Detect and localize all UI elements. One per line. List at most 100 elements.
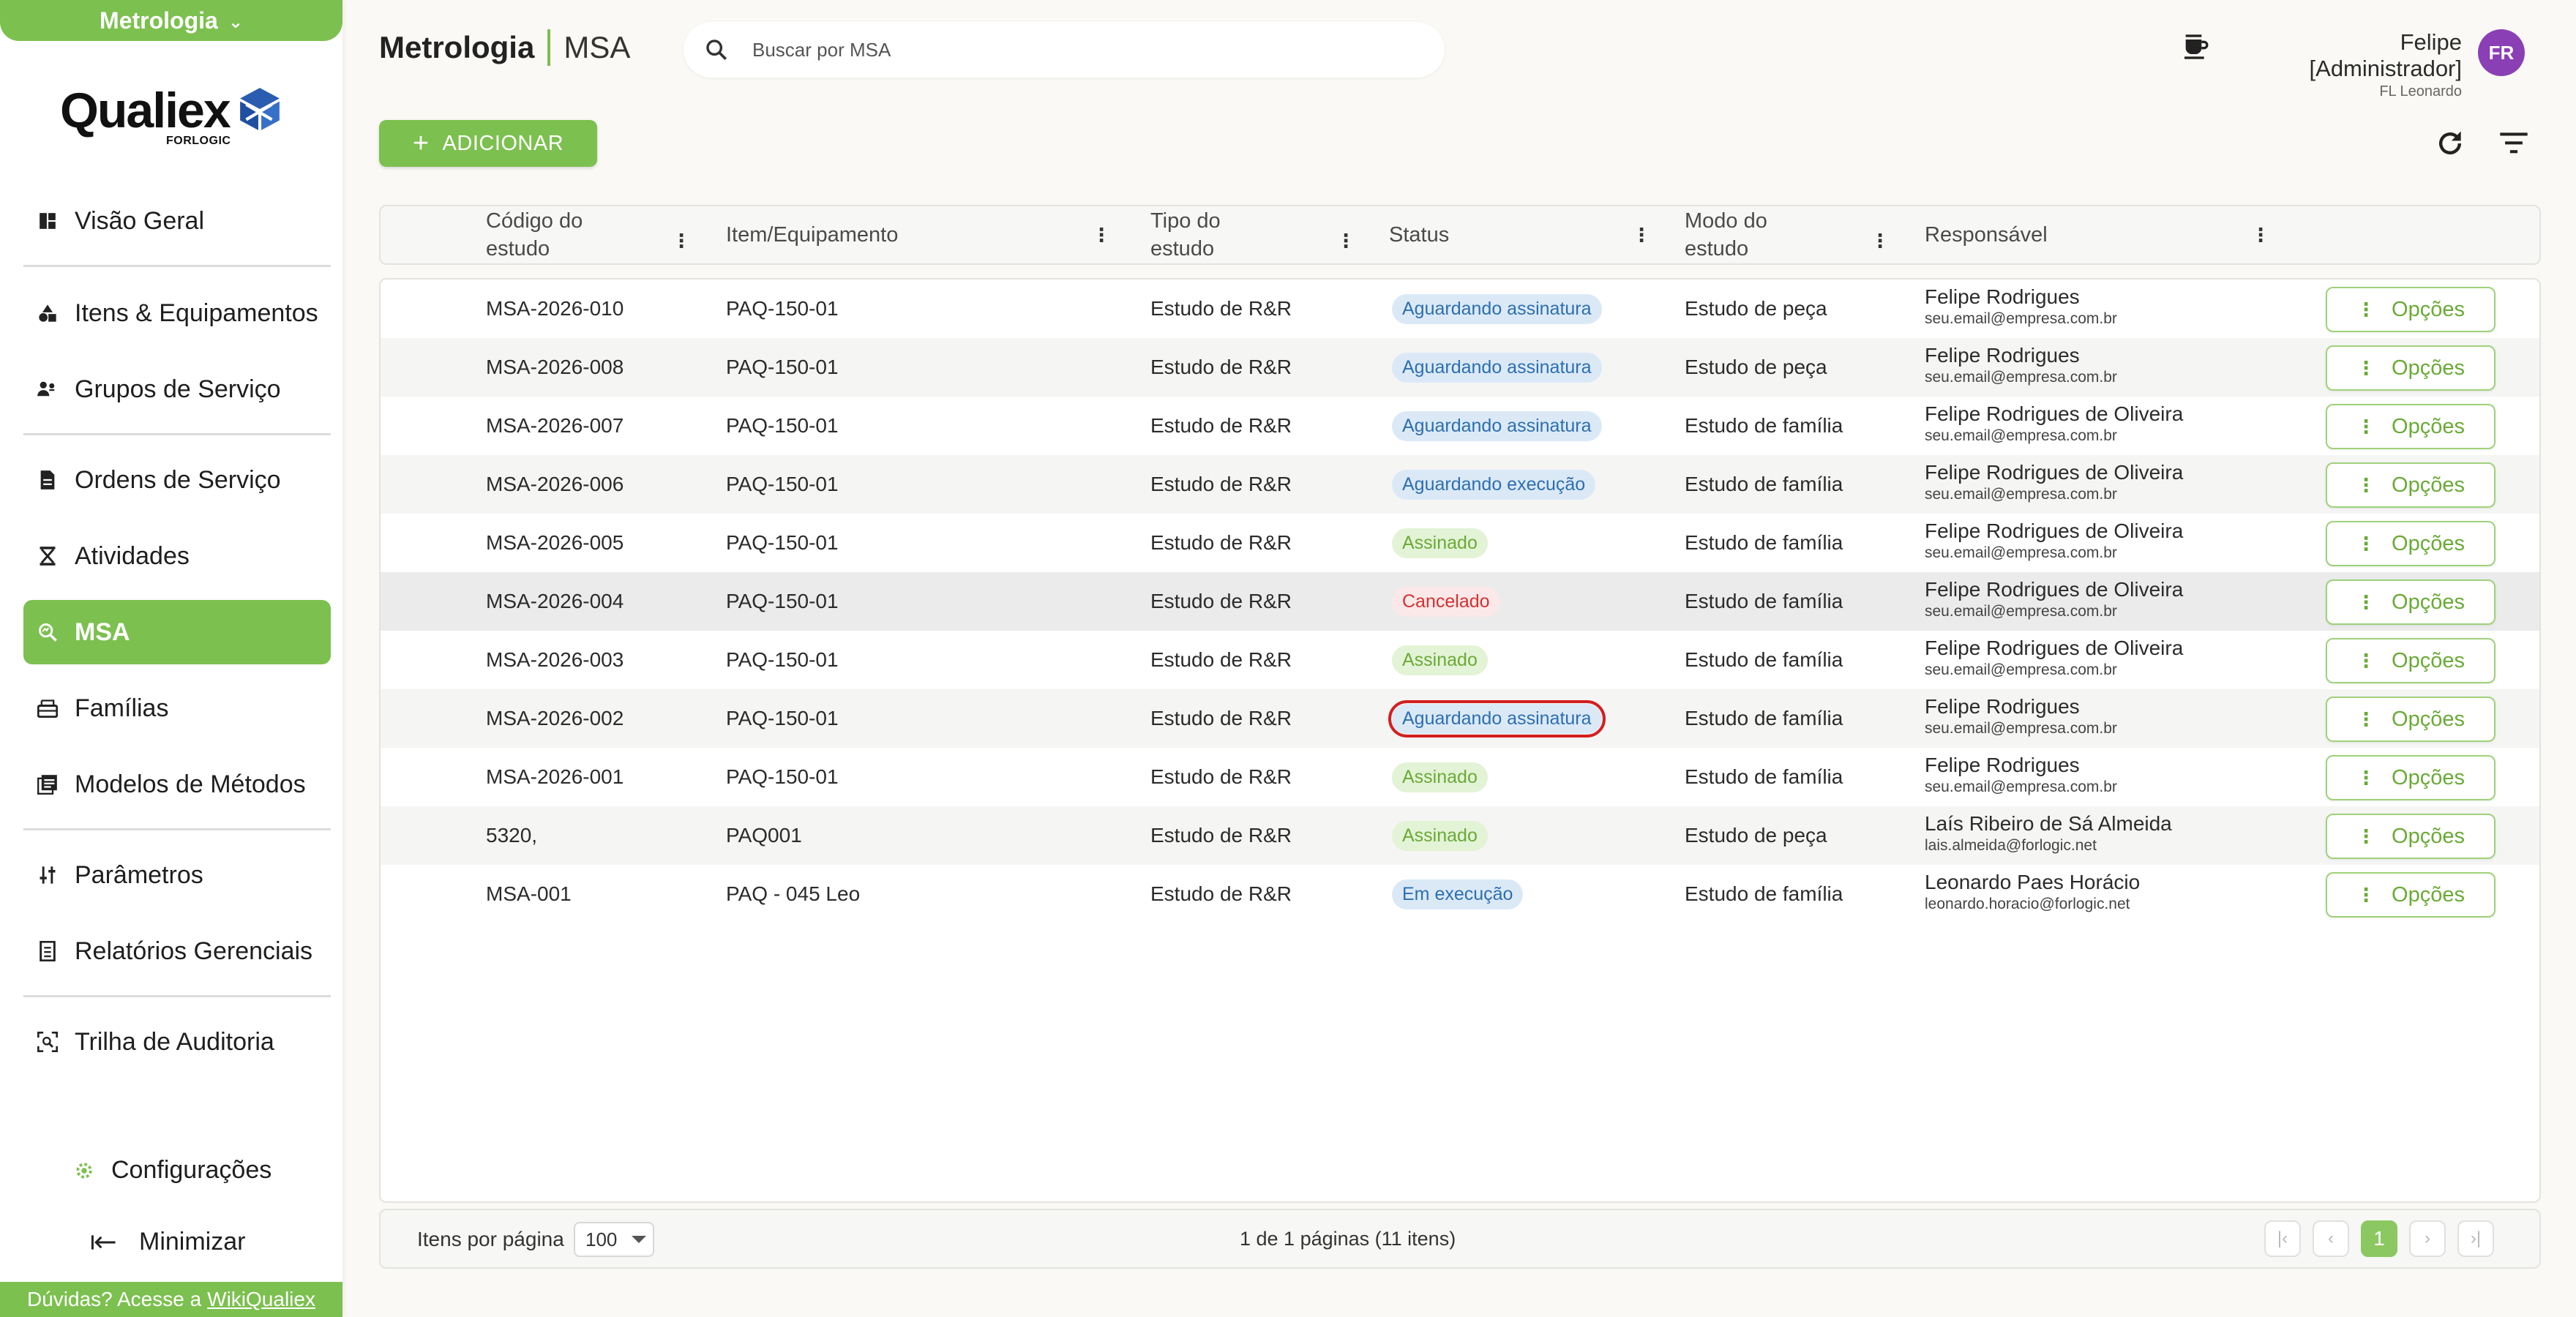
coffee-icon[interactable] [2181,32,2210,65]
search-input[interactable] [751,37,1412,62]
avatar[interactable]: FR [2478,29,2525,76]
sidebar-item-ordens-servico[interactable]: Ordens de Serviço [23,448,331,512]
settings-link[interactable]: Configurações [73,1156,272,1185]
sidebar-item-familias[interactable]: Famílias [23,676,331,740]
responsavel-email: seu.email@empresa.com.br [1925,486,2117,503]
table-row[interactable]: 5320, PAQ001 Estudo de R&R Assinado Estudo d… [381,806,2539,865]
prev-page-button[interactable]: ‹ [2313,1220,2349,1257]
cell-code: MSA-2026-006 [486,473,624,495]
responsavel-name: Felipe Rodrigues [1925,285,2080,308]
column-menu-icon[interactable]: ⋮ [672,227,691,255]
sidebar-item-visao-geral[interactable]: Visão Geral [23,189,331,253]
column-header-codigo[interactable]: Código do estudo ⋮ [486,206,691,263]
column-menu-icon[interactable]: ⋮ [1871,227,1890,255]
per-page-select[interactable]: 100 [574,1222,654,1257]
column-header-responsavel[interactable]: Responsável ⋮ [1925,206,2291,263]
table-row[interactable]: MSA-2026-006 PAQ-150-01 Estudo de R&R Aguar… [381,455,2539,514]
options-button[interactable]: ⋮ Opções [2326,872,2496,918]
responsavel-name: Leonardo Paes Horácio [1925,871,2141,893]
column-menu-icon[interactable]: ⋮ [1336,227,1355,255]
more-vert-icon: ⋮ [2356,590,2376,613]
minimize-button[interactable]: Minimizar [91,1228,245,1256]
cell-responsavel: Leonardo Paes Horácio leonardo.horacio@fo… [1925,871,2140,913]
sidebar-item-msa[interactable]: MSA [23,600,331,664]
plus-icon: + [412,128,430,159]
table-row[interactable]: MSA-2026-003 PAQ-150-01 Estudo de R&R Assin… [381,631,2539,689]
cell-item: PAQ-150-01 [726,707,839,729]
sidebar-item-itens-equipamentos[interactable]: Itens & Equipamentos [23,281,331,345]
table-row[interactable]: MSA-2026-007 PAQ-150-01 Estudo de R&R Aguar… [381,397,2539,455]
table-row[interactable]: MSA-2026-008 PAQ-150-01 Estudo de R&R Aguar… [381,338,2539,397]
add-button[interactable]: + ADICIONAR [379,120,597,167]
responsavel-name: Felipe Rodrigues [1925,344,2080,367]
options-button[interactable]: ⋮ Opções [2326,345,2496,391]
tray-icon [37,697,59,719]
column-header-status[interactable]: Status ⋮ [1389,206,1682,263]
cell-mode: Estudo de família [1685,648,1843,671]
table-row[interactable]: MSA-001 PAQ - 045 Leo Estudo de R&R Em exec… [381,865,2539,923]
sidebar-item-trilha-auditoria[interactable]: Trilha de Auditoria [23,1010,331,1074]
sidebar-item-parametros[interactable]: Parâmetros [23,843,331,907]
column-menu-icon[interactable]: ⋮ [1092,221,1111,249]
sidebar-divider [23,828,331,830]
options-button[interactable]: ⋮ Opções [2326,462,2496,508]
cell-status: Em execução [1392,865,1524,923]
responsavel-email: seu.email@empresa.com.br [1925,778,2117,795]
column-header-modo[interactable]: Modo do estudo ⋮ [1685,206,1897,263]
cell-code: 5320, [486,824,538,847]
current-page-button[interactable]: 1 [2361,1220,2397,1257]
table-row[interactable]: MSA-2026-002 PAQ-150-01 Estudo de R&R Aguar… [381,689,2539,748]
cell-code: MSA-2026-001 [486,765,624,788]
table-row[interactable]: MSA-2026-010 PAQ-150-01 Estudo de R&R Aguar… [381,279,2539,338]
cell-code: MSA-2026-003 [486,648,624,671]
chevron-left-icon: ‹ [2328,1228,2334,1248]
more-vert-icon: ⋮ [2356,766,2376,789]
options-label: Opções [2392,707,2465,731]
first-page-button[interactable]: |‹ [2264,1220,2301,1257]
options-button[interactable]: ⋮ Opções [2326,638,2496,683]
sidebar-item-atividades[interactable]: Atividades [23,524,331,588]
cell-status: Assinado [1392,631,1488,689]
help-text: Dúvidas? Acesse a [27,1288,202,1310]
refresh-icon[interactable] [2434,127,2466,163]
options-label: Opções [2392,414,2465,438]
wiki-link[interactable]: WikiQualiex [207,1288,315,1311]
sidebar-item-label: Relatórios Gerenciais [75,937,313,965]
column-menu-icon[interactable]: ⋮ [1632,221,1651,249]
options-button[interactable]: ⋮ Opções [2326,404,2496,449]
column-label: Tipo do estudo [1150,209,1221,260]
table-row[interactable]: MSA-2026-005 PAQ-150-01 Estudo de R&R Assin… [381,514,2539,572]
cell-code: MSA-2026-004 [486,590,624,612]
user-org: FL Leonardo [2379,83,2462,100]
responsavel-name: Felipe Rodrigues [1925,754,2080,776]
column-menu-icon[interactable]: ⋮ [2251,221,2270,249]
cell-item: PAQ-150-01 [726,765,839,788]
table-row[interactable]: MSA-2026-004 PAQ-150-01 Estudo de R&R Cance… [381,572,2539,631]
logo-sub: FORLOGIC [166,135,231,147]
options-button[interactable]: ⋮ Opções [2326,755,2496,800]
cell-type: Estudo de R&R [1150,824,1292,847]
cell-responsavel: Felipe Rodrigues seu.email@empresa.com.br [1925,344,2117,386]
column-header-tipo[interactable]: Tipo do estudo ⋮ [1150,206,1355,263]
table-row[interactable]: MSA-2026-001 PAQ-150-01 Estudo de R&R Assin… [381,748,2539,806]
options-button[interactable]: ⋮ Opções [2326,521,2496,566]
options-label: Opções [2392,765,2465,789]
options-button[interactable]: ⋮ Opções [2326,697,2496,742]
more-vert-icon: ⋮ [2356,883,2376,906]
filter-icon[interactable] [2498,130,2529,159]
sidebar-item-modelos-metodos[interactable]: Modelos de Métodos [23,752,331,817]
options-button[interactable]: ⋮ Opções [2326,287,2496,332]
responsavel-email: lais.almeida@forlogic.net [1925,837,2097,854]
options-button[interactable]: ⋮ Opções [2326,814,2496,859]
user-info[interactable]: Felipe [Administrador] FL Leonardo [2247,29,2462,100]
last-page-button[interactable]: ›| [2457,1220,2494,1257]
options-button[interactable]: ⋮ Opções [2326,579,2496,625]
next-page-button[interactable]: › [2409,1220,2446,1257]
module-switcher[interactable]: Metrologia ⌄ [0,0,342,41]
dashboard-icon [37,210,59,232]
sidebar-item-grupos-servico[interactable]: Grupos de Serviço [23,357,331,421]
cell-responsavel: Felipe Rodrigues de Oliveira seu.email@em… [1925,402,2183,445]
sidebar-item-relatorios[interactable]: Relatórios Gerenciais [23,919,331,983]
column-header-item[interactable]: Item/Equipamento ⋮ [726,206,1121,263]
cell-status: Assinado [1392,514,1488,572]
